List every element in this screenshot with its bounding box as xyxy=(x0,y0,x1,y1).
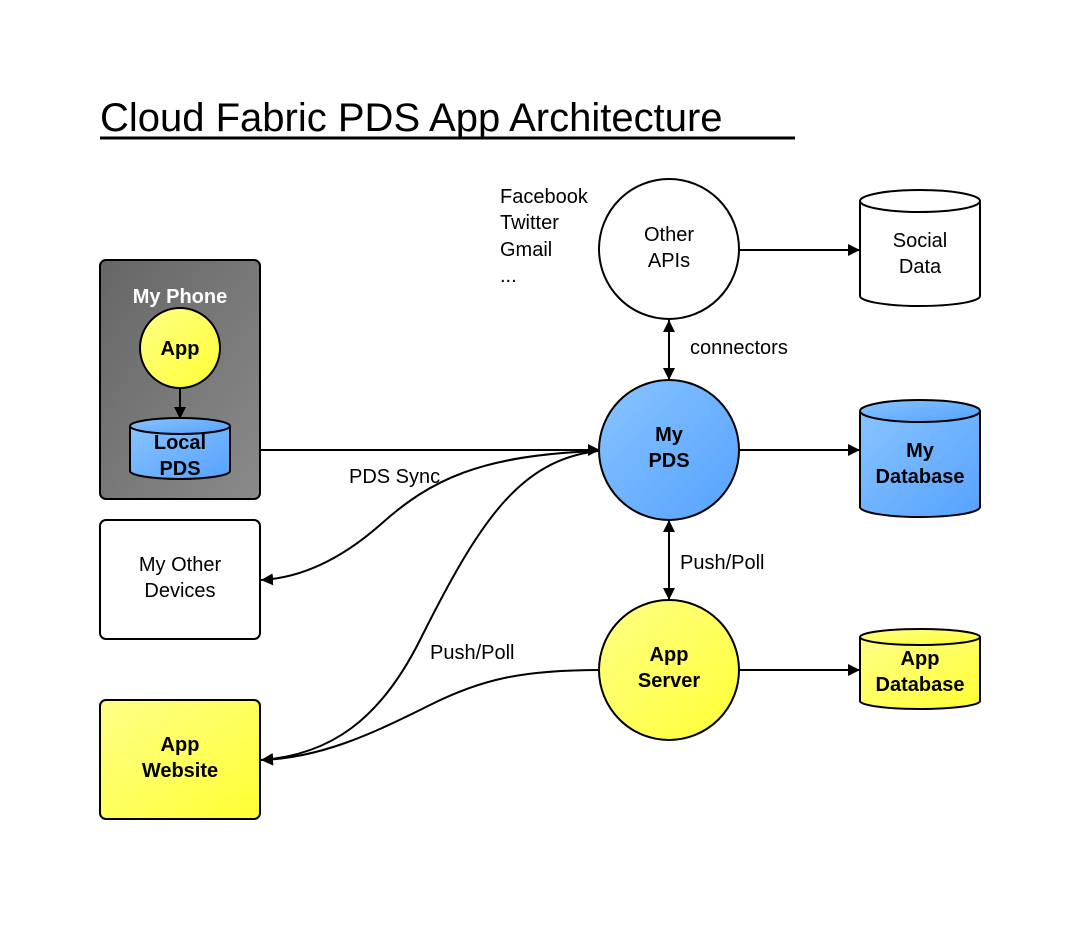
node-app-database[interactable]: App Database xyxy=(859,628,981,710)
app-website-label-line2: Website xyxy=(142,760,218,782)
api-list-item: Facebook xyxy=(500,186,589,208)
architecture-diagram: Cloud Fabric PDS App Architecture connec… xyxy=(99,96,981,820)
label-push-poll-website: Push/Poll xyxy=(430,642,515,664)
node-social-data[interactable]: Social Data xyxy=(859,189,981,307)
node-my-database[interactable]: My Database xyxy=(859,399,981,518)
edge-my-pds-to-app-website xyxy=(260,450,599,766)
node-my-pds[interactable]: My PDS xyxy=(598,379,740,521)
social-data-label-line2: Data xyxy=(899,256,942,278)
my-database-label-line2: Database xyxy=(876,466,965,488)
app-server-label-line1: App xyxy=(650,644,689,666)
local-pds-label-line2: PDS xyxy=(159,458,200,480)
label-connectors: connectors xyxy=(690,337,788,359)
node-other-apis[interactable]: Other APIs xyxy=(598,178,740,320)
app-database-label-line1: App xyxy=(901,648,940,670)
edge-app-server-to-app-website xyxy=(260,669,601,766)
my-database-top xyxy=(859,399,981,423)
node-app-server[interactable]: App Server xyxy=(598,599,740,741)
my-phone-label: My Phone xyxy=(133,286,227,308)
api-list-item: ... xyxy=(500,265,517,287)
diagram-title: Cloud Fabric PDS App Architecture xyxy=(100,96,795,140)
node-app[interactable]: App xyxy=(139,307,221,389)
local-pds-label-line1: Local xyxy=(154,432,206,454)
other-apis-circle xyxy=(598,178,740,320)
social-data-top xyxy=(859,189,981,213)
my-other-devices-label-line2: Devices xyxy=(144,580,215,602)
social-data-label-line1: Social xyxy=(893,230,947,252)
node-my-other-devices[interactable]: My Other Devices xyxy=(99,519,261,640)
my-other-devices-label-line1: My Other xyxy=(139,554,222,576)
app-database-top xyxy=(859,628,981,646)
app-database-label-line2: Database xyxy=(876,674,965,696)
my-pds-label-line1: My xyxy=(655,424,684,446)
api-list: Facebook Twitter Gmail ... xyxy=(500,186,589,287)
label-push-poll-server: Push/Poll xyxy=(680,552,765,574)
node-app-website[interactable]: App Website xyxy=(99,699,261,820)
label-pds-sync: PDS Sync xyxy=(349,466,440,488)
my-pds-label-line2: PDS xyxy=(648,450,689,472)
social-data-body xyxy=(859,201,981,307)
other-apis-label-line2: APIs xyxy=(648,250,690,272)
app-website-label-line1: App xyxy=(161,734,200,756)
my-database-label-line1: My xyxy=(906,440,935,462)
app-label: App xyxy=(161,338,200,360)
other-apis-label-line1: Other xyxy=(644,224,694,246)
node-local-pds[interactable]: Local PDS xyxy=(129,417,231,480)
api-list-item: Twitter xyxy=(500,212,559,234)
edges xyxy=(231,244,860,766)
title-text: Cloud Fabric PDS App Architecture xyxy=(100,96,723,140)
api-list-item: Gmail xyxy=(500,239,552,261)
app-server-label-line2: Server xyxy=(638,670,700,692)
my-database-body xyxy=(859,411,981,518)
